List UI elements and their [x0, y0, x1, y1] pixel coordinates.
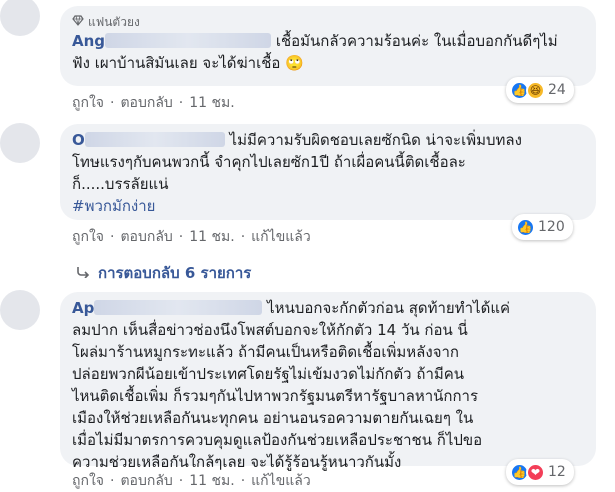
avatar[interactable] — [0, 123, 40, 163]
blurred-name — [105, 33, 272, 48]
commenter-name[interactable]: Ap — [72, 299, 94, 317]
avatar[interactable] — [0, 0, 40, 36]
timestamp[interactable]: 11 ชม. — [189, 92, 234, 114]
commenter-name[interactable]: Ang — [72, 32, 105, 50]
reply-button[interactable]: ตอบกลับ — [120, 470, 172, 492]
comment-actions: ถูกใจ · ตอบกลับ · 11 ชม. · แก้ไขแล้ว — [72, 226, 311, 248]
edited-label[interactable]: แก้ไขแล้ว — [251, 226, 311, 248]
comment-bubble: แฟนตัวยง Ang เชื้อมันกลัวความร้อนค่ะ ในเ… — [60, 6, 596, 86]
like-button[interactable]: ถูกใจ — [72, 226, 104, 248]
reaction-summary[interactable]: 👍 ❤ 12 — [506, 459, 574, 485]
reaction-summary[interactable]: 👍 😆 24 — [506, 77, 574, 103]
comment-text: Ap ไหนบอกจะกักตัวก่อน สุดท้ายทำได้แค่ ลม… — [72, 299, 511, 471]
timestamp[interactable]: 11 ชม. — [189, 470, 234, 492]
like-button[interactable]: ถูกใจ — [72, 92, 104, 114]
comment-actions: ถูกใจ · ตอบกลับ · 11 ชม. · แก้ไขแล้ว — [72, 470, 311, 492]
top-fan-badge: แฟนตัวยง — [72, 14, 584, 30]
blurred-name — [94, 300, 263, 315]
comment-actions: ถูกใจ · ตอบกลับ · 11 ชม. — [72, 92, 235, 114]
like-button[interactable]: ถูกใจ — [72, 470, 104, 492]
like-reaction-icon: 👍 — [516, 217, 535, 237]
comment-bubble: O ไม่มีความรับผิดชอบเลยซักนิด น่าจะเพิ่ม… — [60, 124, 596, 220]
view-replies-link[interactable]: การตอบกลับ 6 รายการ — [76, 261, 251, 285]
blurred-name — [84, 132, 225, 147]
hashtag-link[interactable]: #พวกมักง่าย — [72, 197, 155, 215]
reaction-summary[interactable]: 👍 120 — [512, 214, 573, 240]
commenter-name[interactable]: O — [72, 131, 85, 149]
reply-button[interactable]: ตอบกลับ — [120, 226, 172, 248]
reply-button[interactable]: ตอบกลับ — [120, 92, 172, 114]
edited-label[interactable]: แก้ไขแล้ว — [251, 470, 311, 492]
comment-text: Ang เชื้อมันกลัวความร้อนค่ะ ในเมื่อบอกกั… — [72, 32, 558, 72]
love-reaction-icon: ❤ — [526, 462, 545, 482]
timestamp[interactable]: 11 ชม. — [189, 226, 234, 248]
reply-arrow-icon — [76, 264, 90, 282]
haha-reaction-icon: 😆 — [526, 80, 545, 100]
avatar[interactable] — [0, 290, 40, 330]
comment-bubble: Ap ไหนบอกจะกักตัวก่อน สุดท้ายทำได้แค่ ลม… — [60, 292, 596, 471]
comment-text: O ไม่มีความรับผิดชอบเลยซักนิด น่าจะเพิ่ม… — [72, 131, 522, 215]
diamond-icon — [72, 15, 84, 29]
